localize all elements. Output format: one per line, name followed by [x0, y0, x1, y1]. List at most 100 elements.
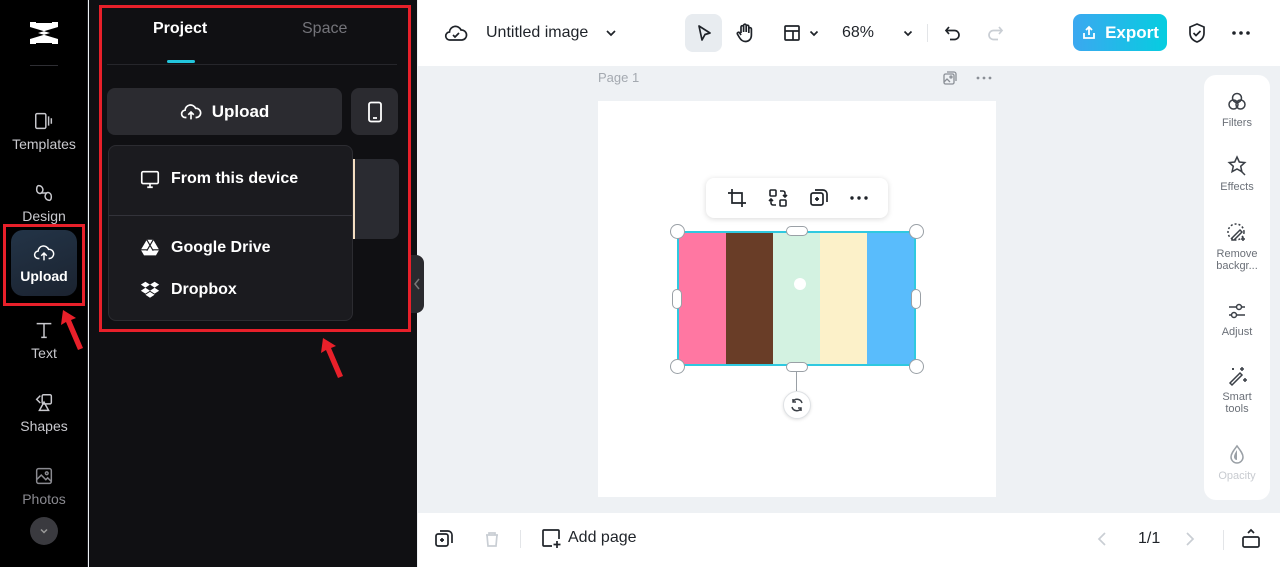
- rail-item-text[interactable]: Text: [8, 305, 80, 375]
- panel-item-opacity[interactable]: Opacity: [1204, 444, 1270, 482]
- page-more-button[interactable]: [976, 76, 992, 80]
- menu-item-dropbox[interactable]: Dropbox: [139, 279, 237, 301]
- panel-item-filters[interactable]: Filters: [1204, 91, 1270, 129]
- text-icon: [36, 322, 52, 339]
- duplicate-icon: [809, 189, 828, 206]
- resize-handle-left[interactable]: [672, 289, 682, 309]
- rail-item-templates[interactable]: Templates: [8, 96, 80, 166]
- selected-image-element[interactable]: [677, 231, 916, 366]
- next-page-button[interactable]: [1184, 530, 1196, 548]
- project-title-dropdown[interactable]: Untitled image: [486, 14, 636, 52]
- page-thumbnail-button[interactable]: [942, 70, 958, 86]
- trash-icon: [486, 532, 498, 547]
- crop-button[interactable]: [727, 188, 747, 208]
- panel-item-adjust[interactable]: Adjust: [1204, 300, 1270, 338]
- select-tool-button[interactable]: [685, 14, 722, 52]
- hand-tool-button[interactable]: [728, 14, 762, 52]
- panel-collapse-handle[interactable]: [410, 255, 424, 313]
- resize-handle-right[interactable]: [911, 289, 921, 309]
- panel-item-label: Adjust: [1221, 326, 1253, 338]
- rail-item-upload[interactable]: Upload: [11, 230, 77, 296]
- resize-handle-top-left[interactable]: [670, 224, 685, 239]
- zoom-dropdown[interactable]: 68%: [842, 14, 914, 52]
- rail-item-label: Text: [31, 345, 57, 361]
- tab-space[interactable]: Space: [302, 20, 347, 38]
- rail-item-label: Templates: [12, 136, 76, 152]
- more-horizontal-icon: [976, 76, 992, 80]
- export-button[interactable]: Export: [1073, 14, 1167, 51]
- undo-button[interactable]: [938, 14, 968, 52]
- templates-icon: [35, 112, 53, 130]
- rotate-handle[interactable]: [783, 391, 811, 419]
- google-drive-icon: [140, 239, 160, 256]
- rail-item-shapes[interactable]: Shapes: [8, 378, 80, 448]
- chevron-down-icon: [809, 30, 819, 37]
- undo-icon: [944, 26, 960, 41]
- panel-item-label: Effects: [1220, 181, 1254, 193]
- chevron-left-icon: [414, 278, 420, 290]
- panel-item-effects[interactable]: Effects: [1204, 155, 1270, 193]
- uploaded-item-card[interactable]: [351, 159, 399, 239]
- rail-item-label: Shapes: [20, 418, 68, 434]
- cloud-save-status[interactable]: [442, 14, 470, 52]
- element-more-button[interactable]: [849, 196, 868, 200]
- bottom-divider: [520, 530, 521, 548]
- layout-icon: [784, 25, 800, 41]
- rail-item-photos[interactable]: Photos: [8, 451, 80, 521]
- upload-button-label: Upload: [211, 101, 270, 121]
- rail-item-label: Photos: [22, 491, 66, 507]
- delete-page-button[interactable]: [482, 529, 502, 549]
- adjust-sliders-icon: [1229, 303, 1245, 319]
- panel-item-label: Opacity: [1218, 470, 1256, 482]
- replace-button[interactable]: [767, 188, 788, 208]
- duplicate-page-button[interactable]: [434, 529, 454, 549]
- image-copy-icon: [943, 71, 957, 85]
- shield-check-icon: [1189, 23, 1205, 43]
- resize-handle-bottom-left[interactable]: [670, 359, 685, 374]
- resize-handle-top[interactable]: [786, 226, 808, 236]
- tab-project[interactable]: Project: [153, 20, 207, 38]
- redo-button[interactable]: [980, 14, 1010, 52]
- design-icon: [35, 184, 53, 202]
- replace-icon: [767, 189, 788, 207]
- rail-more-button[interactable]: [30, 517, 58, 545]
- resize-handle-bottom[interactable]: [786, 362, 808, 372]
- chevron-down-icon: [40, 528, 48, 534]
- shield-button[interactable]: [1182, 14, 1212, 52]
- export-label: Export: [1105, 22, 1159, 42]
- expand-up-icon: [1242, 528, 1260, 548]
- menu-item-label: Google Drive: [171, 239, 271, 256]
- add-page-button[interactable]: Add page: [540, 527, 637, 549]
- page-panel-toggle[interactable]: [1240, 528, 1262, 550]
- app-window: Templates Design Upload Text Shapes Phot…: [0, 0, 1280, 567]
- project-title: Untitled image: [486, 24, 589, 41]
- opacity-drop-icon: [1230, 444, 1244, 464]
- previous-page-button[interactable]: [1096, 530, 1108, 548]
- resize-handle-top-right[interactable]: [909, 224, 924, 239]
- menu-item-google-drive[interactable]: Google Drive: [139, 237, 271, 259]
- layout-dropdown[interactable]: [778, 14, 824, 52]
- menu-item-from-this-device[interactable]: From this device: [139, 168, 298, 190]
- duplicate-button[interactable]: [809, 188, 829, 208]
- add-page-icon: [542, 529, 561, 548]
- resize-handle-bottom-right[interactable]: [909, 359, 924, 374]
- bottom-toolbar: Add page 1/1: [418, 513, 1280, 567]
- upload-button[interactable]: Upload: [107, 88, 342, 135]
- cloud-upload-icon: [33, 245, 55, 261]
- rail-item-design[interactable]: Design: [8, 168, 80, 238]
- element-floating-toolbar: [706, 178, 888, 218]
- left-rail: Templates Design Upload Text Shapes Phot…: [0, 0, 88, 567]
- panel-item-label: Filters: [1222, 117, 1252, 129]
- panel-item-smart-tools[interactable]: Smart tools: [1204, 365, 1270, 415]
- menu-divider: [109, 215, 352, 216]
- capcut-logo-icon[interactable]: [26, 18, 62, 48]
- dropbox-icon: [140, 281, 160, 298]
- hand-icon: [736, 23, 753, 43]
- image-stripe: [773, 233, 820, 364]
- pointer-icon: [697, 25, 711, 41]
- phone-upload-button[interactable]: [351, 88, 398, 135]
- more-options-button[interactable]: [1226, 14, 1256, 52]
- redo-icon: [988, 26, 1004, 41]
- active-tab-indicator: [167, 60, 195, 63]
- panel-item-remove-background[interactable]: Remove backgr...: [1204, 222, 1270, 272]
